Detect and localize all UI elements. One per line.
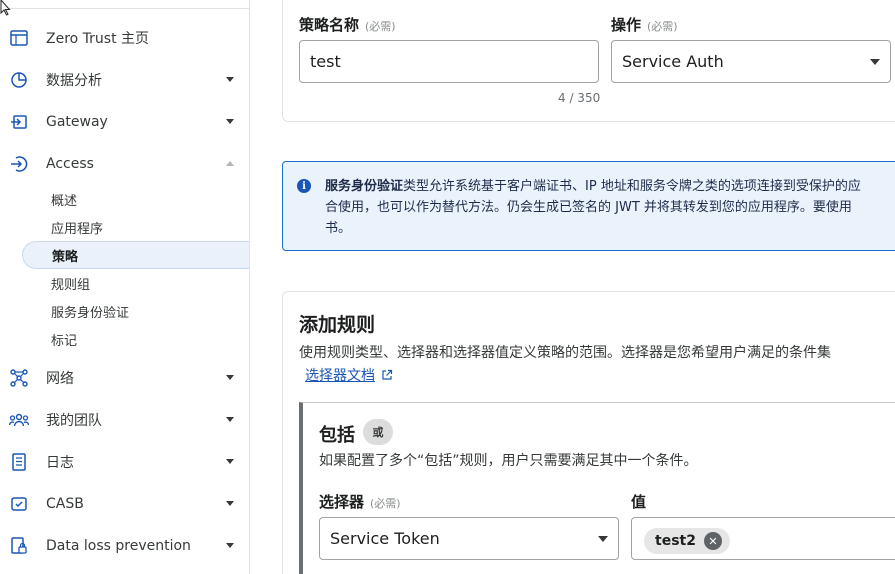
selector-docs-link-text: 选择器文档 <box>305 368 375 384</box>
sidebar-item-label: Zero Trust 主页 <box>46 31 150 47</box>
info-icon: i <box>297 179 311 193</box>
browser-window-icon <box>9 28 29 48</box>
sidebar-subitem-label: 服务身份验证 <box>51 305 130 321</box>
sidebar-item-gateway[interactable]: Gateway <box>0 104 249 140</box>
required-hint: (必需) <box>365 20 396 33</box>
required-hint: (必需) <box>647 20 678 33</box>
value-tag: test2 ✕ <box>644 528 730 554</box>
network-icon <box>9 368 29 388</box>
sidebar-subitem-policies[interactable]: 策略 <box>22 241 249 269</box>
chevron-down-icon[interactable] <box>226 375 234 380</box>
sidebar-item-label: 数据分析 <box>46 73 102 89</box>
info-line-2: 合使用，也可以作为替代方法。仍会生成已签名的 JWT 并将其转发到您的应用程序。… <box>325 200 852 215</box>
sidebar-subitem-tags[interactable]: 标记 <box>22 325 249 353</box>
selector-select-value: Service Token <box>330 529 440 548</box>
sidebar-item-zero-trust-home[interactable]: Zero Trust 主页 <box>0 20 249 56</box>
mouse-cursor-icon <box>0 0 11 16</box>
policy-name-label-text: 策略名称 <box>299 16 360 34</box>
sidebar-subitem-label: 策略 <box>52 249 79 265</box>
sidebar-item-label: 我的团队 <box>46 413 102 429</box>
chevron-down-icon <box>598 536 608 542</box>
sidebar-item-label: 网络 <box>46 371 74 387</box>
sidebar: Zero Trust 主页 数据分析 Gateway Access 概述 应用程… <box>0 0 250 574</box>
sidebar-subitem-label: 规则组 <box>51 277 91 293</box>
sidebar-item-label: 日志 <box>46 455 74 471</box>
action-select[interactable]: Service Auth <box>611 40 891 83</box>
sidebar-item-data-loss-prevention[interactable]: Data loss prevention <box>0 528 249 564</box>
logs-icon <box>9 452 29 472</box>
casb-icon <box>9 494 29 514</box>
sidebar-subitem-overview[interactable]: 概述 <box>22 185 249 213</box>
sidebar-item-label: Gateway <box>46 114 108 130</box>
sidebar-item-my-team[interactable]: 我的团队 <box>0 402 249 438</box>
sidebar-subitem-applications[interactable]: 应用程序 <box>22 213 249 241</box>
add-rules-description: 使用规则类型、选择器和选择器值定义策略的范围。选择器是您希望用户满足的条件集 <box>299 345 831 361</box>
policy-name-value: test <box>310 52 341 71</box>
chevron-down-icon[interactable] <box>226 459 234 464</box>
sidebar-subitem-label: 概述 <box>51 193 78 209</box>
pie-chart-icon <box>9 70 29 90</box>
service-auth-info-banner: i 服务身份验证类型允许系统基于客户端证书、IP 地址和服务令牌之类的选项连接到… <box>282 161 895 251</box>
policy-name-input[interactable]: test <box>299 40 599 83</box>
include-title: 包括 <box>319 425 355 446</box>
main-content: 策略名称 (必需) test 4 / 350 操作 (必需) Service Aut… <box>250 0 895 574</box>
sidebar-item-analytics[interactable]: 数据分析 <box>0 62 249 98</box>
remove-tag-icon[interactable]: ✕ <box>703 532 722 550</box>
info-line-3: 书。 <box>325 221 352 236</box>
chevron-down-icon[interactable] <box>226 501 234 506</box>
value-label: 值 <box>631 493 647 511</box>
sidebar-item-casb[interactable]: CASB <box>0 486 249 522</box>
action-select-value: Service Auth <box>622 52 724 71</box>
chevron-down-icon[interactable] <box>226 119 234 124</box>
selector-label: 选择器 (必需) <box>319 491 401 512</box>
sidebar-divider <box>0 8 249 9</box>
gateway-icon <box>9 112 29 132</box>
sidebar-item-label: CASB <box>46 496 84 512</box>
chevron-down-icon <box>870 59 880 65</box>
sidebar-item-logs[interactable]: 日志 <box>0 444 249 480</box>
team-icon <box>9 410 29 430</box>
include-rule-block: 包括 或 如果配置了多个“包括”规则，用户只需要满足其中一个条件。 选择器 (必需… <box>299 402 895 574</box>
include-description: 如果配置了多个“包括”规则，用户只需要满足其中一个条件。 <box>319 453 698 469</box>
access-icon <box>9 154 29 174</box>
policy-name-label: 策略名称 (必需) <box>299 14 396 35</box>
add-rules-card: 添加规则 使用规则类型、选择器和选择器值定义策略的范围。选择器是您希望用户满足的… <box>282 291 895 574</box>
required-hint: (必需) <box>370 497 401 510</box>
info-bold-term: 服务身份验证 <box>325 179 404 194</box>
info-line-1: 服务身份验证类型允许系统基于客户端证书、IP 地址和服务令牌之类的选项连接到受保… <box>325 176 895 197</box>
value-tag-text: test2 <box>655 533 696 549</box>
selector-docs-link[interactable]: 选择器文档 <box>305 365 393 385</box>
value-input[interactable]: test2 ✕ <box>631 517 895 560</box>
sidebar-item-label: Access <box>46 156 94 172</box>
sidebar-subitem-label: 标记 <box>51 333 78 349</box>
chevron-down-icon[interactable] <box>226 417 234 422</box>
sidebar-subitem-rule-groups[interactable]: 规则组 <box>22 269 249 297</box>
action-label: 操作 (必需) <box>611 14 678 35</box>
or-badge: 或 <box>363 419 393 445</box>
action-label-text: 操作 <box>611 16 642 34</box>
policy-basics-card: 策略名称 (必需) test 4 / 350 操作 (必需) Service Aut… <box>282 0 895 122</box>
sidebar-item-label: Data loss prevention <box>46 538 191 554</box>
chevron-down-icon[interactable] <box>226 543 234 548</box>
external-link-icon <box>382 369 393 380</box>
sidebar-subitem-service-auth[interactable]: 服务身份验证 <box>22 297 249 325</box>
dlp-icon <box>9 536 29 556</box>
selector-label-text: 选择器 <box>319 493 365 511</box>
info-text: 服务身份验证类型允许系统基于客户端证书、IP 地址和服务令牌之类的选项连接到受保… <box>325 176 895 239</box>
selector-select[interactable]: Service Token <box>319 517 619 560</box>
chevron-down-icon[interactable] <box>226 77 234 82</box>
sidebar-item-access[interactable]: Access <box>0 146 249 182</box>
add-rules-title: 添加规则 <box>299 314 376 336</box>
chevron-up-icon[interactable] <box>226 161 234 166</box>
char-count: 4 / 350 <box>558 91 601 105</box>
info-line-1-text: 类型允许系统基于客户端证书、IP 地址和服务令牌之类的选项连接到受保护的应 <box>403 179 861 194</box>
sidebar-subitem-label: 应用程序 <box>51 221 104 237</box>
sidebar-item-networks[interactable]: 网络 <box>0 360 249 396</box>
